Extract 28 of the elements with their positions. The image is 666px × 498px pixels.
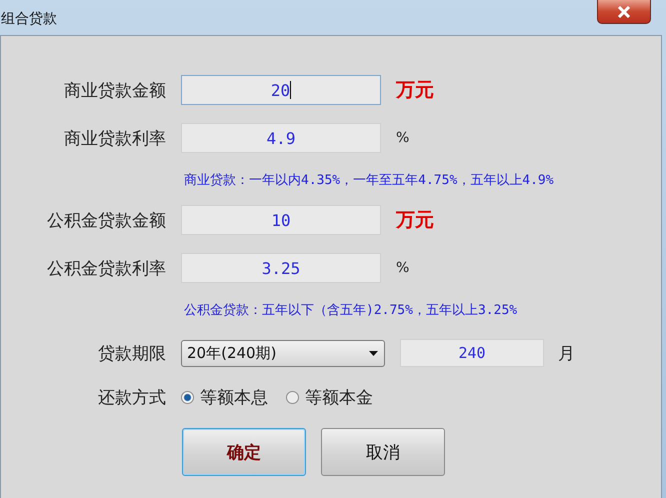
window-title: 组合贷款: [1, 10, 57, 28]
unit-label: 月: [558, 342, 575, 364]
input-field[interactable]: 3.25: [181, 253, 381, 283]
rate-hint: 商业贷款：一年以内4.35%，一年至五年4.75%，五年以上4.9%: [184, 172, 555, 190]
close-icon: [617, 6, 631, 18]
ok-button[interactable]: 确定: [182, 428, 306, 476]
caret-icon: [369, 350, 378, 356]
unit-label: %: [396, 130, 410, 146]
radio-option[interactable]: 等额本金: [286, 386, 373, 408]
text-cursor: [290, 81, 292, 99]
field-label: 公积金贷款金额: [47, 210, 166, 232]
input-field[interactable]: 10: [181, 205, 381, 235]
radio-option[interactable]: 等额本息: [181, 386, 268, 408]
input-field[interactable]: 4.9: [181, 123, 381, 153]
close-button[interactable]: [597, 0, 651, 24]
field-label: 商业贷款金额: [64, 80, 166, 102]
unit-label: 万元: [396, 78, 435, 103]
field-label: 公积金贷款利率: [47, 258, 166, 280]
cancel-button[interactable]: 取消: [321, 428, 445, 476]
unit-label: 万元: [396, 208, 435, 233]
rate-hint: 公积金贷款：五年以下（含五年)2.75%，五年以上3.25%: [184, 302, 518, 320]
term-dropdown[interactable]: 20年(240期): [181, 340, 385, 366]
field-label: 商业贷款利率: [64, 128, 166, 150]
months-field[interactable]: 240: [400, 339, 544, 367]
field-label: 还款方式: [97, 386, 166, 408]
input-field[interactable]: 20: [181, 75, 381, 105]
field-label: 贷款期限: [97, 342, 166, 364]
unit-label: %: [396, 260, 410, 276]
